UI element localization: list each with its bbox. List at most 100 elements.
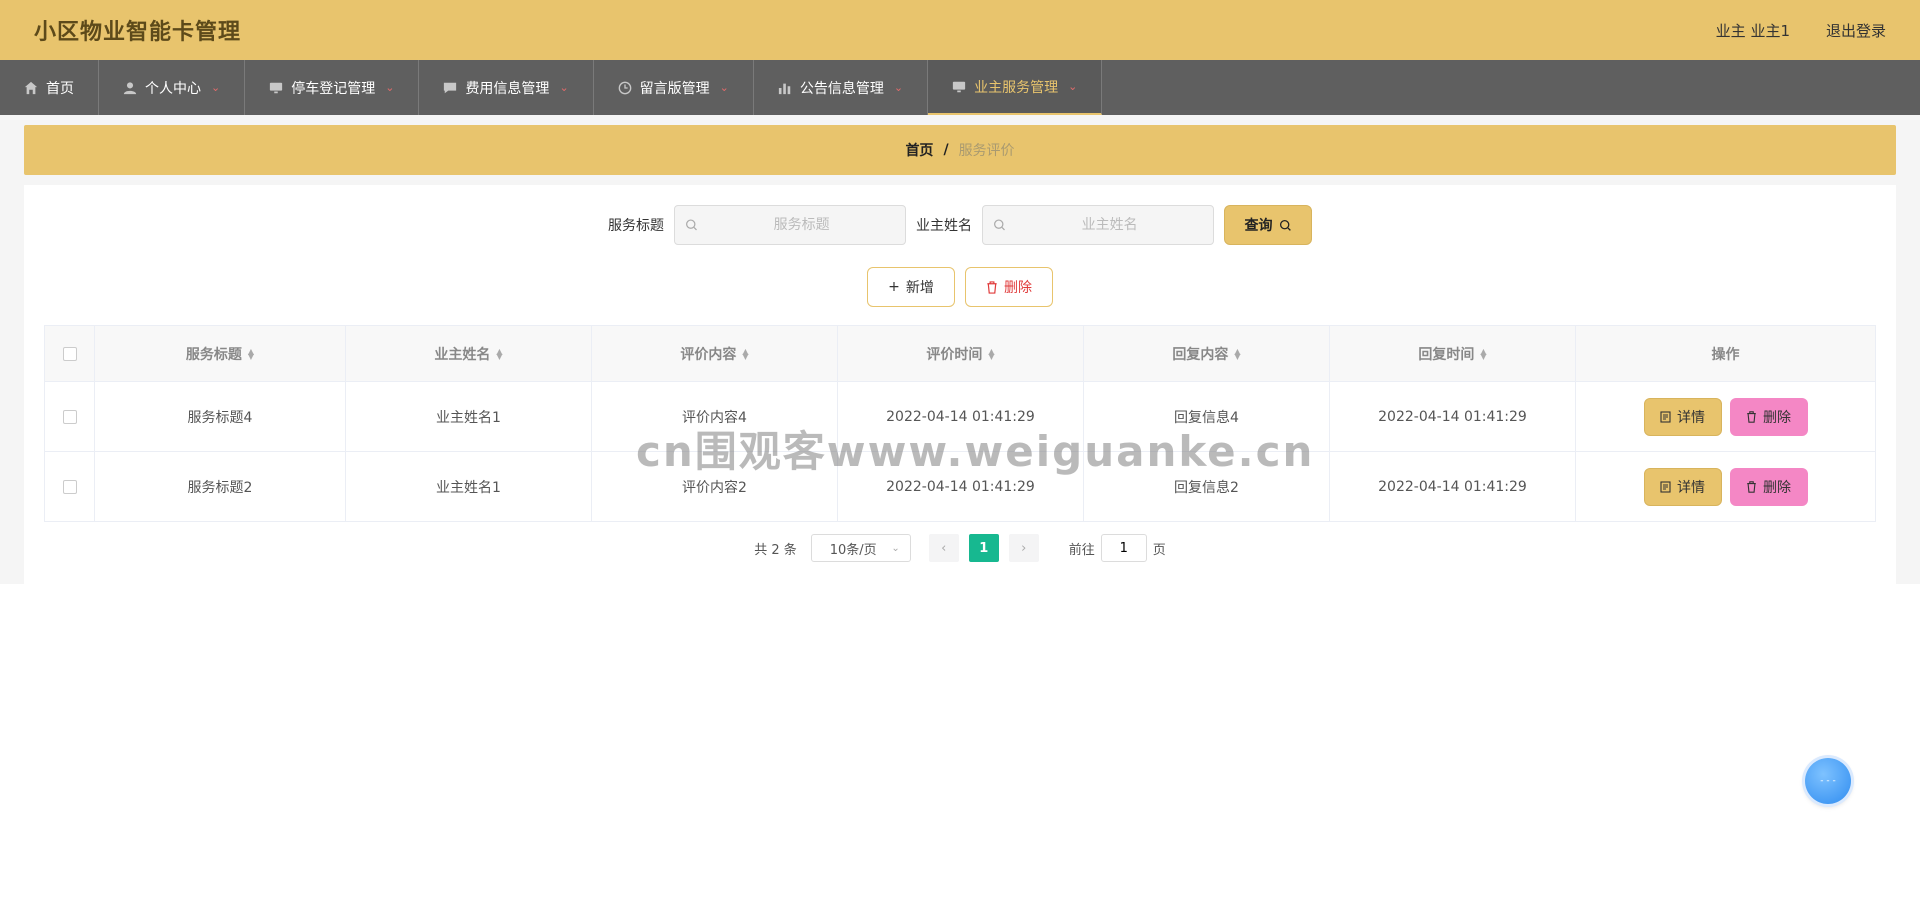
- column-header-label: 评价时间: [926, 346, 983, 363]
- chart-icon: [778, 83, 791, 94]
- nav-item-label: 费用信息管理: [465, 80, 550, 97]
- table-cell: 2022-04-14 01:41:29: [1330, 382, 1576, 451]
- document-icon: [1660, 410, 1671, 423]
- goto-page-input[interactable]: [1100, 534, 1147, 562]
- table-cell: 回复信息4: [1084, 382, 1330, 451]
- trash-icon: [1747, 480, 1756, 493]
- row-checkbox[interactable]: [62, 409, 77, 424]
- nav-item-label: 业主服务管理: [974, 79, 1059, 96]
- column-header[interactable]: 回复内容 ▲ ▼: [1084, 326, 1330, 381]
- table-cell: 评价内容2: [592, 452, 838, 521]
- nav-item-personal-center[interactable]: 个人中心 ⌄: [99, 60, 246, 115]
- chevron-down-icon: ⌄: [719, 81, 729, 94]
- pagination-total: 共 2 条: [754, 542, 797, 558]
- row-checkbox[interactable]: [62, 479, 77, 494]
- table-row: 服务标题2 业主姓名1 评价内容2 2022-04-14 01:41:29 回复…: [45, 452, 1875, 521]
- next-page-button[interactable]: ›: [1008, 534, 1039, 562]
- column-header-label: 回复内容: [1172, 346, 1229, 363]
- prev-page-button[interactable]: ‹: [928, 534, 959, 562]
- column-header-label: 业主姓名: [434, 346, 491, 363]
- main-nav: 首页 个人中心 ⌄ 停车登记管理 ⌄ 费用信息管理 ⌄ 留言版管理 ⌄ 公告信息…: [0, 60, 1920, 115]
- table-cell: 2022-04-14 01:41:29: [838, 382, 1084, 451]
- page-jump: 前往 页: [1069, 534, 1166, 562]
- batch-delete-button[interactable]: 删除: [965, 267, 1053, 307]
- search-icon: [994, 219, 1005, 231]
- column-header-label: 回复时间: [1418, 346, 1475, 363]
- column-header[interactable]: 评价时间 ▲ ▼: [838, 326, 1084, 381]
- nav-item-label: 首页: [46, 80, 74, 97]
- column-header[interactable]: 业主姓名 ▲ ▼: [346, 326, 592, 381]
- monitor-icon: [952, 81, 966, 92]
- page-number-current[interactable]: 1: [968, 534, 999, 562]
- table-cell: 评价内容4: [592, 382, 838, 451]
- floating-assistant-button[interactable]: - - -: [1805, 758, 1851, 804]
- owner-name-label: 业主姓名: [916, 218, 972, 234]
- add-button-label: 新增: [905, 280, 934, 296]
- sort-icon[interactable]: ▲ ▼: [496, 347, 502, 360]
- page-size-select[interactable]: 10条/页 ⌄: [810, 534, 911, 562]
- current-user-label[interactable]: 业主 业主1: [1716, 20, 1790, 41]
- table-cell: 服务标题4: [95, 382, 346, 451]
- dots-icon: - - -: [1820, 776, 1836, 786]
- table-row: 服务标题4 业主姓名1 评价内容4 2022-04-14 01:41:29 回复…: [45, 382, 1875, 452]
- nav-item-label: 留言版管理: [639, 80, 710, 97]
- nav-item-message-board[interactable]: 留言版管理 ⌄: [594, 60, 754, 115]
- chevron-down-icon: ⌄: [891, 542, 900, 554]
- message-icon: [444, 82, 457, 93]
- service-title-input[interactable]: [698, 217, 905, 233]
- nav-item-announcements[interactable]: 公告信息管理 ⌄: [754, 60, 929, 115]
- home-icon: [24, 81, 38, 94]
- nav-item-home[interactable]: 首页: [0, 60, 99, 115]
- document-icon: [1660, 480, 1671, 493]
- breadcrumb-home[interactable]: 首页: [905, 140, 933, 160]
- chevron-down-icon: ⌄: [211, 81, 221, 94]
- goto-label: 前往: [1068, 542, 1095, 558]
- logout-link[interactable]: 退出登录: [1826, 20, 1886, 41]
- sort-icon[interactable]: ▲ ▼: [1234, 347, 1240, 360]
- column-header[interactable]: 服务标题 ▲ ▼: [95, 326, 346, 381]
- table-cell: 2022-04-14 01:41:29: [838, 452, 1084, 521]
- breadcrumb-separator: /: [943, 142, 949, 158]
- sort-icon[interactable]: ▲ ▼: [248, 347, 254, 360]
- service-title-label: 服务标题: [608, 218, 664, 234]
- sort-icon[interactable]: ▲ ▼: [1480, 347, 1486, 360]
- pagination: 共 2 条 10条/页 ⌄ ‹ 1 › 前往 页: [24, 534, 1896, 562]
- sort-icon[interactable]: ▲ ▼: [988, 347, 994, 360]
- row-delete-button[interactable]: 删除: [1729, 467, 1808, 506]
- nav-item-label: 公告信息管理: [799, 80, 884, 97]
- nav-item-parking[interactable]: 停车登记管理 ⌄: [245, 60, 420, 115]
- row-delete-label: 删除: [1763, 479, 1791, 496]
- sort-icon[interactable]: ▲ ▼: [742, 347, 748, 360]
- detail-button-label: 详情: [1677, 479, 1705, 496]
- owner-name-input[interactable]: [1006, 217, 1213, 233]
- table-cell: 业主姓名1: [346, 382, 592, 451]
- table-cell: 业主姓名1: [346, 452, 592, 521]
- nav-item-owner-services[interactable]: 业主服务管理 ⌄: [928, 60, 1103, 115]
- main-panel: 服务标题 业主姓名 查询 + 新增 删除: [24, 185, 1896, 584]
- row-checkbox-cell: [45, 452, 95, 521]
- evaluation-table: 服务标题 ▲ ▼ 业主姓名 ▲ ▼ 评价内容 ▲ ▼ 评价时间 ▲ ▼ 回复内容 ▲ ▼ 回复时间 ▲…: [44, 325, 1876, 522]
- nav-item-label: 个人中心: [145, 80, 201, 97]
- owner-name-search: [982, 205, 1214, 245]
- column-header[interactable]: 评价内容 ▲ ▼: [592, 326, 838, 381]
- breadcrumb: 首页 / 服务评价: [24, 125, 1896, 175]
- detail-button[interactable]: 详情: [1643, 397, 1722, 436]
- select-all-checkbox[interactable]: [62, 346, 77, 361]
- operations-cell: 详情 删除: [1576, 382, 1875, 451]
- trash-icon: [1747, 410, 1756, 423]
- table-header-row: 服务标题 ▲ ▼ 业主姓名 ▲ ▼ 评价内容 ▲ ▼ 评价时间 ▲ ▼ 回复内容 ▲ ▼ 回复时间 ▲…: [45, 326, 1875, 382]
- search-icon: [686, 219, 697, 231]
- page-size-value: 10条/页: [829, 542, 877, 558]
- chevron-left-icon: ‹: [941, 540, 947, 556]
- detail-button[interactable]: 详情: [1643, 467, 1722, 506]
- table-cell: 回复信息2: [1084, 452, 1330, 521]
- query-button[interactable]: 查询: [1224, 205, 1312, 245]
- search-icon: [1279, 219, 1291, 231]
- operations-cell: 详情 删除: [1576, 452, 1875, 521]
- column-header[interactable]: 回复时间 ▲ ▼: [1330, 326, 1576, 381]
- row-delete-button[interactable]: 删除: [1729, 397, 1808, 436]
- nav-item-fees[interactable]: 费用信息管理 ⌄: [419, 60, 594, 115]
- add-button[interactable]: + 新增: [867, 267, 955, 307]
- action-bar: + 新增 删除: [24, 267, 1896, 307]
- chevron-down-icon: ⌄: [385, 81, 395, 94]
